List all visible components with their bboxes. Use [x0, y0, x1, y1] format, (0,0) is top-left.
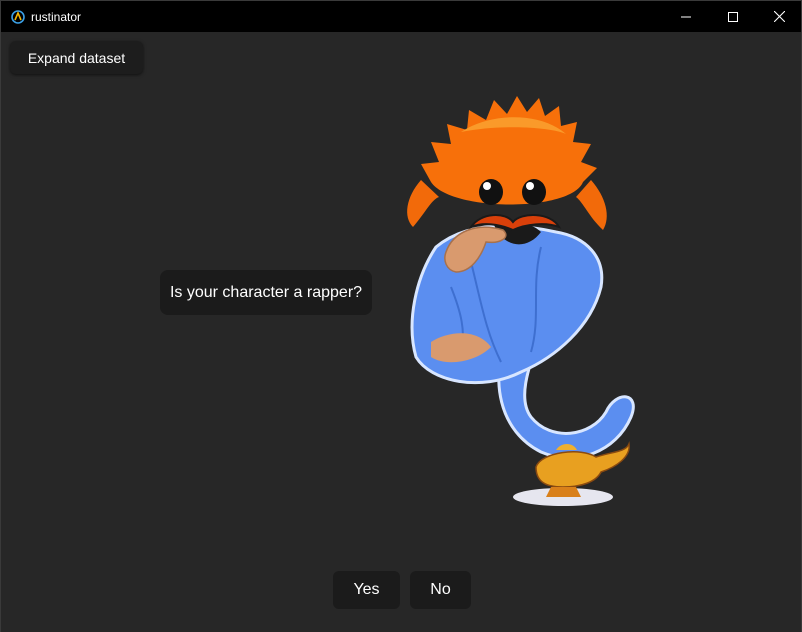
crab-right-claw — [576, 180, 607, 230]
question-bubble: Is your character a rapper? — [160, 270, 372, 315]
app-icon — [10, 9, 26, 25]
window-title: rustinator — [31, 10, 82, 24]
expand-dataset-button[interactable]: Expand dataset — [10, 41, 143, 74]
close-icon — [773, 11, 785, 22]
lamp-base — [546, 487, 581, 497]
minimize-icon — [681, 16, 691, 17]
crab-right-eye-shine — [526, 182, 534, 190]
maximize-icon — [728, 11, 738, 22]
crab-left-eye — [479, 179, 503, 205]
no-button[interactable]: No — [410, 571, 471, 609]
app-window: rustinator Expand dataset Is your charac… — [0, 0, 802, 632]
crab-left-eye-shine — [483, 182, 491, 190]
title-bar[interactable]: rustinator — [1, 1, 801, 32]
close-button[interactable] — [756, 1, 802, 32]
minimize-button[interactable] — [663, 1, 709, 32]
main-content: Expand dataset Is your character a rappe… — [1, 32, 801, 632]
ferris-genie-illustration — [407, 96, 635, 506]
crab-right-eye — [522, 179, 546, 205]
crab-body — [421, 96, 597, 205]
yes-button[interactable]: Yes — [333, 571, 400, 609]
maximize-button[interactable] — [710, 1, 756, 32]
crab-left-claw — [407, 180, 439, 227]
